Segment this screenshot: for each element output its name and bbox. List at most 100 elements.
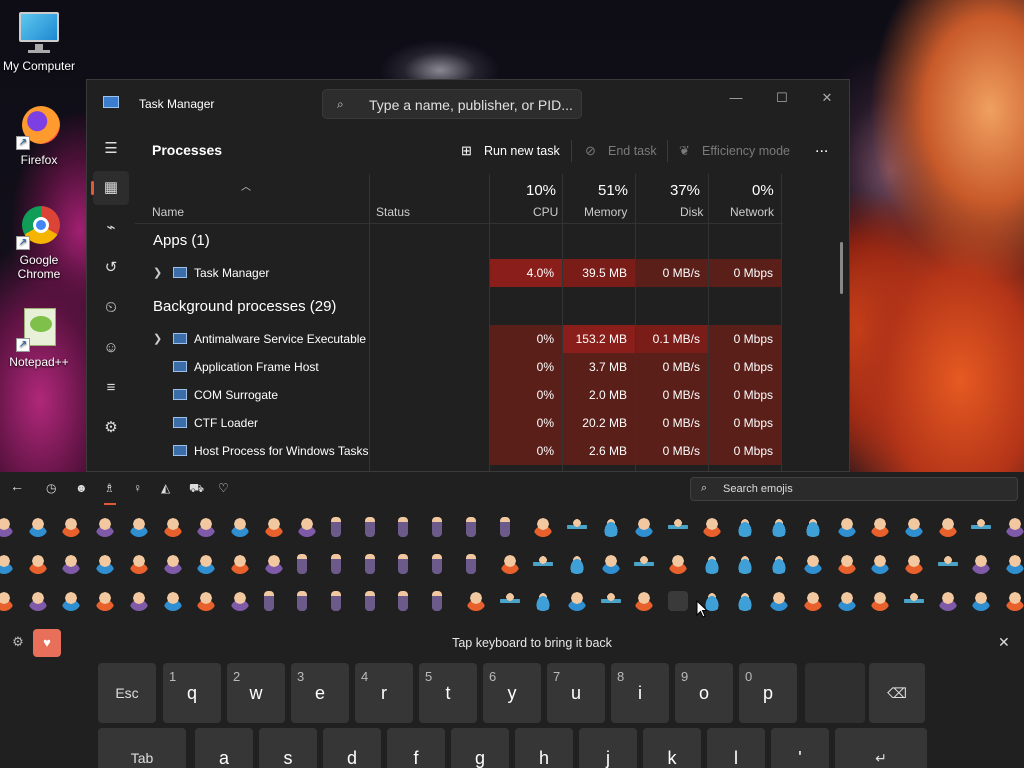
emoji-item[interactable] (61, 554, 82, 574)
emoji-item[interactable] (668, 554, 688, 574)
emoji-item[interactable] (937, 517, 958, 537)
celebration-icon[interactable]: ♀ (133, 481, 142, 495)
emoji-item[interactable] (735, 554, 756, 574)
emoji-item[interactable] (600, 517, 621, 537)
emoji-item[interactable] (128, 517, 149, 537)
emoji-item[interactable] (836, 554, 857, 574)
emoji-item[interactable] (533, 517, 554, 537)
emoji-item[interactable] (398, 591, 409, 611)
emoji-item[interactable] (364, 591, 375, 611)
key-d[interactable]: d (323, 728, 381, 768)
emoji-item[interactable] (903, 517, 924, 537)
emoji-item[interactable] (870, 517, 891, 537)
emoji-item[interactable] (95, 517, 116, 537)
emoji-item[interactable] (903, 591, 924, 611)
emoji-item[interactable] (27, 554, 48, 574)
column-header-disk[interactable]: Disk (680, 205, 703, 219)
emoji-item[interactable] (297, 554, 308, 574)
performance-tab-icon[interactable]: ⌁ (93, 211, 129, 245)
key-i[interactable]: 8i (611, 663, 669, 723)
emoji-item[interactable] (836, 517, 857, 537)
desktop-icon-my-computer[interactable]: My Computer (0, 10, 78, 73)
emoji-item[interactable] (634, 554, 655, 574)
heart-icon[interactable]: ♡ (218, 481, 229, 495)
emoji-item[interactable] (162, 591, 183, 611)
emoji-item[interactable] (0, 517, 14, 537)
emoji-item[interactable] (331, 517, 341, 537)
disk-percent[interactable]: 37% (670, 182, 700, 199)
emoji-search-input[interactable]: ⌕ Search emojis (690, 477, 1018, 501)
emoji-item[interactable] (95, 554, 116, 574)
emoji-item[interactable] (465, 554, 476, 574)
desktop-icon-notepadpp[interactable]: ↗ Notepad++ (0, 306, 78, 369)
emoji-item[interactable] (499, 517, 510, 537)
key-h[interactable]: h (515, 728, 573, 768)
emoji-item[interactable] (128, 554, 149, 574)
emoji-item[interactable] (499, 591, 520, 611)
emoji-item[interactable] (802, 554, 823, 574)
key-w[interactable]: 2w (227, 663, 285, 723)
emoji-item[interactable] (701, 554, 722, 574)
emoji-item[interactable] (229, 517, 250, 537)
emoji-item[interactable] (600, 591, 621, 611)
emoji-item[interactable] (701, 517, 722, 537)
key-o[interactable]: 9o (675, 663, 733, 723)
emoji-item[interactable] (533, 554, 554, 574)
emoji-item[interactable] (836, 591, 857, 611)
emoji-item[interactable] (668, 591, 688, 611)
emoji-item[interactable] (162, 554, 183, 574)
emoji-item[interactable] (128, 591, 149, 611)
emoji-item[interactable] (465, 591, 486, 611)
emoji-item[interactable] (61, 591, 82, 611)
emoji-item[interactable] (398, 554, 409, 574)
key-t[interactable]: 5t (419, 663, 477, 723)
blank-key[interactable] (805, 663, 865, 723)
key-l[interactable]: l (707, 728, 765, 768)
emoji-item[interactable] (971, 554, 992, 574)
users-tab-icon[interactable]: ☺ (93, 331, 129, 365)
search-input[interactable]: ⌕ Type a name, publisher, or PID... (322, 89, 582, 119)
emoji-item[interactable] (0, 554, 14, 574)
emoji-item[interactable] (432, 554, 443, 574)
hamburger-menu-icon[interactable]: ☰ (93, 132, 129, 166)
key-u[interactable]: 7u (547, 663, 605, 723)
emoji-item[interactable] (432, 591, 443, 611)
emoji-item[interactable] (870, 591, 891, 611)
emoji-item[interactable] (499, 554, 520, 574)
cpu-percent[interactable]: 10% (526, 182, 556, 199)
emoji-item[interactable] (297, 591, 308, 611)
emoji-item[interactable] (263, 554, 284, 574)
title-bar[interactable]: Task Manager ⌕ Type a name, publisher, o… (87, 80, 849, 126)
emoji-item[interactable] (263, 591, 274, 611)
key-s[interactable]: s (259, 728, 317, 768)
recent-icon[interactable]: ◷ (46, 481, 56, 495)
emoji-item[interactable] (432, 517, 443, 537)
table-row[interactable]: Host Process for Windows Tasks 0% 2.6 MB 0 … (135, 437, 783, 465)
emoji-item[interactable] (364, 554, 375, 574)
emoji-item[interactable] (634, 591, 655, 611)
desktop-icon-google-chrome[interactable]: ↗ Google Chrome (0, 204, 78, 281)
emoji-item[interactable] (1005, 591, 1024, 611)
people-icon[interactable]: ♗ (104, 481, 116, 505)
column-header-cpu[interactable]: CPU (533, 205, 558, 219)
key-r[interactable]: 4r (355, 663, 413, 723)
travel-icon[interactable]: ⛟ (189, 481, 204, 497)
emoji-item[interactable] (937, 554, 958, 574)
efficiency-mode-button[interactable]: ❦ Efficiency mode (679, 141, 790, 161)
details-tab-icon[interactable]: ≡ (93, 371, 129, 405)
enter-key[interactable]: ↵ (835, 728, 927, 768)
column-header-name[interactable]: Name (152, 205, 184, 219)
emoji-item[interactable] (61, 517, 82, 537)
emoji-item[interactable] (263, 517, 284, 537)
memory-percent[interactable]: 51% (598, 182, 628, 199)
emoji-item[interactable] (769, 517, 790, 537)
table-row[interactable]: Application Frame Host 0% 3.7 MB 0 MB/s 0 Mb… (135, 353, 783, 381)
key-p[interactable]: 0p (739, 663, 797, 723)
emoji-item[interactable] (769, 591, 790, 611)
expand-chevron-icon[interactable]: ❯ (153, 266, 162, 279)
table-row[interactable]: ❯ Antimalware Service Executable 0% 153.2 M… (135, 325, 783, 353)
emoji-item[interactable] (27, 517, 48, 537)
emoji-item[interactable] (971, 517, 992, 537)
emoji-item[interactable] (27, 591, 48, 611)
emoji-item[interactable] (331, 591, 341, 611)
